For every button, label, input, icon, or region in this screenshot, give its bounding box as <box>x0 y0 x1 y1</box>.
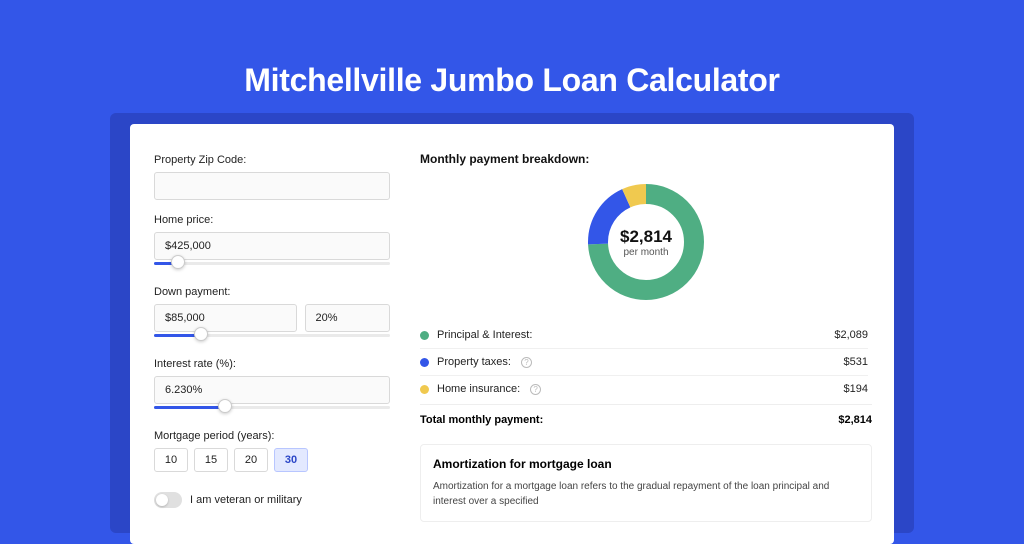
slider-thumb[interactable] <box>194 327 208 341</box>
breakdown-row: Home insurance:? $194 <box>420 376 868 402</box>
breakdown-value: $2,089 <box>834 329 868 341</box>
donut-chart-wrap: $2,814 per month <box>420 174 872 322</box>
price-input[interactable] <box>154 232 390 260</box>
total-label: Total monthly payment: <box>420 414 543 426</box>
down-percent-input[interactable] <box>305 304 390 332</box>
slider-thumb[interactable] <box>218 399 232 413</box>
period-option-30[interactable]: 30 <box>274 448 308 472</box>
breakdown-value: $194 <box>844 383 868 395</box>
period-option-20[interactable]: 20 <box>234 448 268 472</box>
rate-slider[interactable] <box>154 402 390 416</box>
legend-dot <box>420 385 429 394</box>
down-amount-input[interactable] <box>154 304 297 332</box>
breakdown-label: Home insurance: <box>437 383 520 395</box>
veteran-toggle[interactable] <box>154 492 182 508</box>
down-slider[interactable] <box>154 330 390 344</box>
amortization-card: Amortization for mortgage loan Amortizat… <box>420 444 872 522</box>
amortization-text: Amortization for a mortgage loan refers … <box>433 479 859 509</box>
rate-label: Interest rate (%): <box>154 358 390 370</box>
breakdown-list: Principal & Interest: $2,089 Property taxe… <box>420 322 872 402</box>
rate-input[interactable] <box>154 376 390 404</box>
amortization-title: Amortization for mortgage loan <box>433 457 859 471</box>
veteran-label: I am veteran or military <box>190 494 302 506</box>
breakdown-row: Principal & Interest: $2,089 <box>420 322 868 349</box>
breakdown-row: Property taxes:? $531 <box>420 349 868 376</box>
donut-amount: $2,814 <box>620 227 672 247</box>
zip-input[interactable] <box>154 172 390 200</box>
donut-sub: per month <box>623 247 668 258</box>
breakdown-title: Monthly payment breakdown: <box>420 152 872 166</box>
down-label: Down payment: <box>154 286 390 298</box>
period-option-10[interactable]: 10 <box>154 448 188 472</box>
total-value: $2,814 <box>838 414 872 426</box>
price-label: Home price: <box>154 214 390 226</box>
toggle-knob <box>156 494 168 506</box>
form-panel: Property Zip Code: Home price: Down paym… <box>130 124 410 544</box>
period-label: Mortgage period (years): <box>154 430 390 442</box>
period-options: 10152030 <box>154 448 390 472</box>
legend-dot <box>420 358 429 367</box>
period-option-15[interactable]: 15 <box>194 448 228 472</box>
breakdown-total-row: Total monthly payment: $2,814 <box>420 404 872 430</box>
info-icon[interactable]: ? <box>530 384 541 395</box>
breakdown-label: Property taxes: <box>437 356 511 368</box>
donut-chart: $2,814 per month <box>586 182 706 302</box>
calculator-card: Property Zip Code: Home price: Down paym… <box>130 124 894 544</box>
page-title: Mitchellville Jumbo Loan Calculator <box>0 0 1024 99</box>
info-icon[interactable]: ? <box>521 357 532 368</box>
breakdown-label: Principal & Interest: <box>437 329 532 341</box>
slider-thumb[interactable] <box>171 255 185 269</box>
breakdown-value: $531 <box>844 356 868 368</box>
legend-dot <box>420 331 429 340</box>
results-panel: Monthly payment breakdown: $2,814 per mo… <box>410 124 894 544</box>
price-slider[interactable] <box>154 258 390 272</box>
zip-label: Property Zip Code: <box>154 154 390 166</box>
